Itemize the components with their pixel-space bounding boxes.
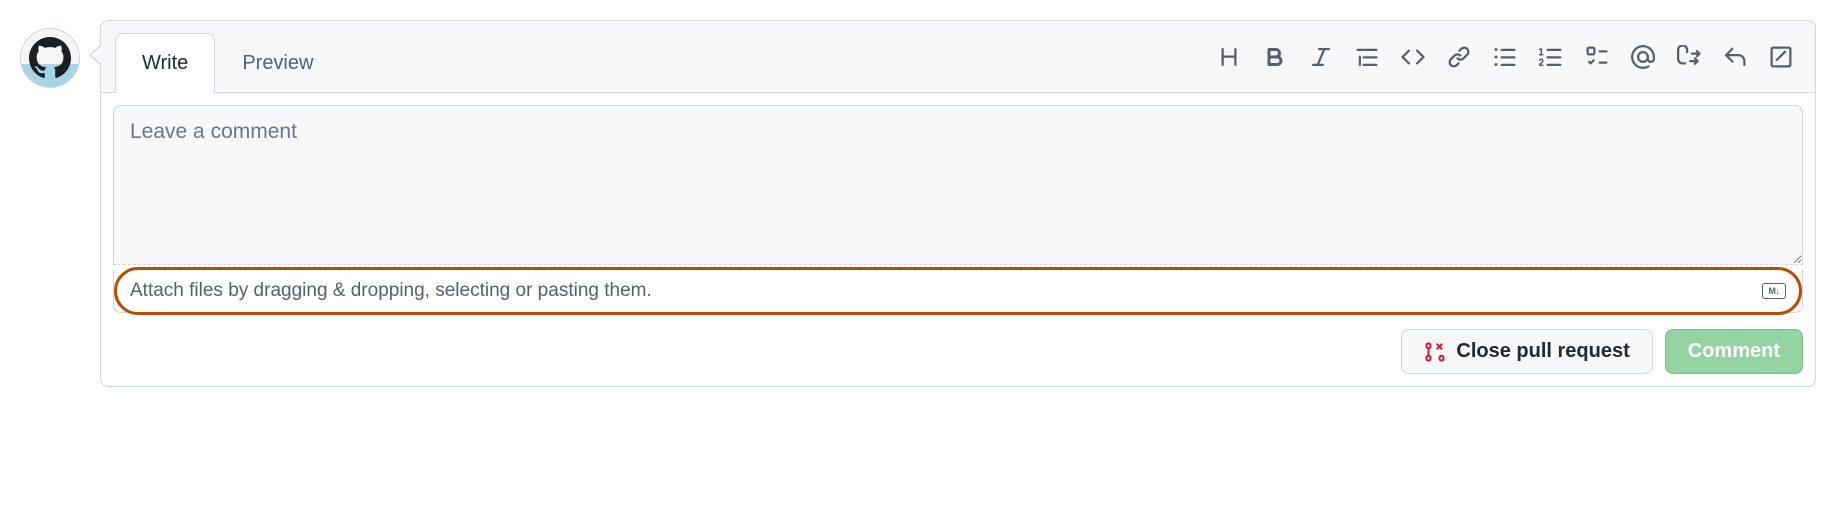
tasklist-button[interactable] <box>1585 45 1609 69</box>
reply-button[interactable] <box>1723 45 1747 69</box>
italic-icon <box>1309 45 1333 69</box>
tasklist-icon <box>1585 45 1609 69</box>
mention-button[interactable] <box>1631 45 1655 69</box>
code-button[interactable] <box>1401 45 1425 69</box>
quote-icon <box>1355 45 1379 69</box>
list-ordered-icon <box>1539 45 1563 69</box>
diff-ignored-icon <box>1769 45 1793 69</box>
comment-textarea[interactable] <box>113 105 1803 265</box>
markdown-toolbar <box>1217 45 1801 69</box>
user-avatar[interactable] <box>20 28 80 88</box>
bold-icon <box>1263 45 1287 69</box>
saved-replies-button[interactable] <box>1769 45 1793 69</box>
close-pull-request-button[interactable]: Close pull request <box>1401 329 1652 374</box>
git-pr-closed-icon <box>1424 341 1446 363</box>
quote-button[interactable] <box>1355 45 1379 69</box>
markdown-supported-icon[interactable]: M↓ <box>1762 283 1786 299</box>
code-icon <box>1401 45 1425 69</box>
attach-files-bar[interactable]: Attach files by dragging & dropping, sel… <box>113 270 1803 313</box>
link-button[interactable] <box>1447 45 1471 69</box>
reply-icon <box>1723 45 1747 69</box>
list-unordered-icon <box>1493 45 1517 69</box>
tab-preview[interactable]: Preview <box>215 33 340 93</box>
composer-actions: Close pull request Comment <box>113 329 1803 374</box>
cross-reference-icon <box>1677 45 1701 69</box>
heading-button[interactable] <box>1217 45 1241 69</box>
unordered-list-button[interactable] <box>1493 45 1517 69</box>
link-icon <box>1447 45 1471 69</box>
composer-body: Attach files by dragging & dropping, sel… <box>100 93 1816 387</box>
crossref-button[interactable] <box>1677 45 1701 69</box>
close-pr-label: Close pull request <box>1456 340 1629 363</box>
ordered-list-button[interactable] <box>1539 45 1563 69</box>
comment-composer: Write Preview <box>100 20 1816 387</box>
bold-button[interactable] <box>1263 45 1287 69</box>
italic-button[interactable] <box>1309 45 1333 69</box>
mention-icon <box>1631 45 1655 69</box>
comment-button-label: Comment <box>1688 340 1780 363</box>
heading-icon <box>1217 45 1241 69</box>
octocat-icon <box>29 37 71 79</box>
attach-hint-text: Attach files by dragging & dropping, sel… <box>130 280 652 302</box>
composer-header: Write Preview <box>100 20 1816 93</box>
tab-write[interactable]: Write <box>115 33 215 93</box>
comment-submit-button[interactable]: Comment <box>1665 329 1803 374</box>
